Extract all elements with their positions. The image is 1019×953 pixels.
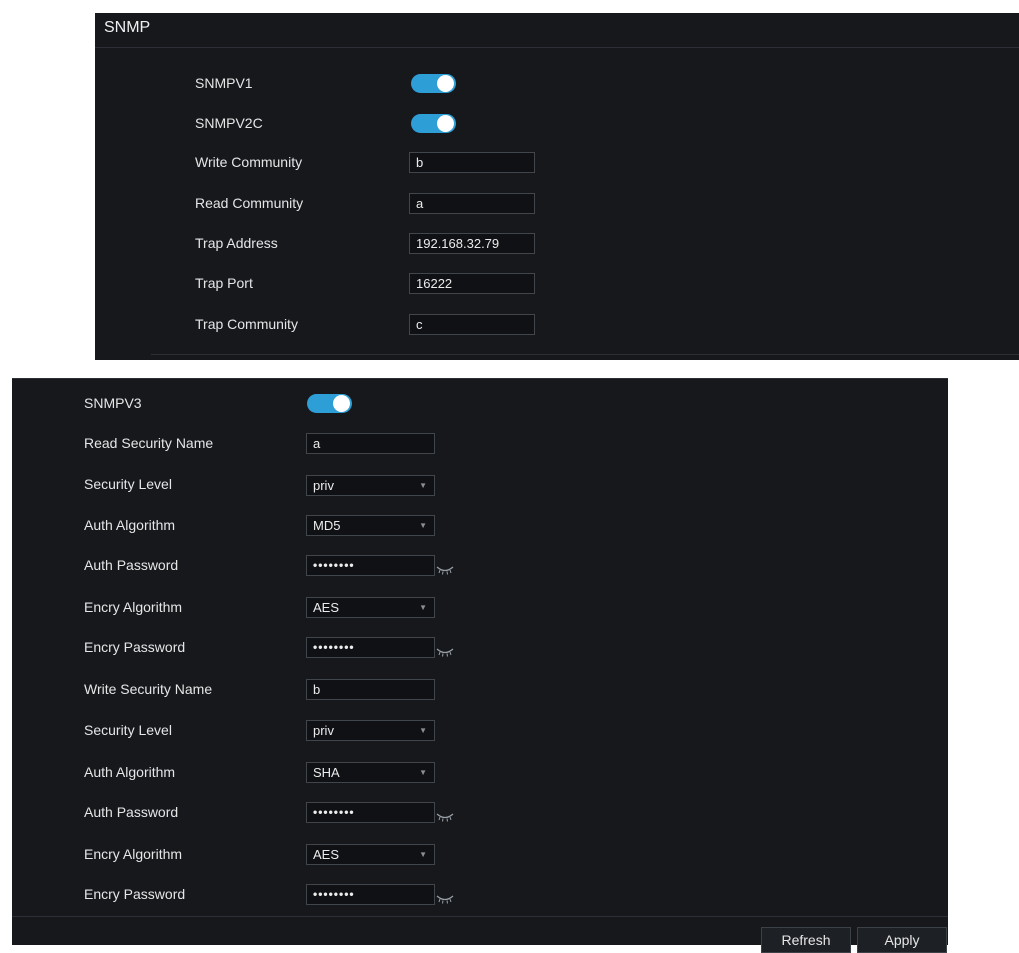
select-value: SHA [313,765,340,780]
write-security-level-select[interactable]: priv ▼ [306,720,435,741]
toggle-knob [437,115,454,132]
read-auth-algorithm-select[interactable]: MD5 ▼ [306,515,435,536]
snmp-panel: SNMP SNMPV1 SNMPV2C Write Community b Re… [95,13,1019,360]
write-security-name-input[interactable]: b [306,679,435,700]
write-security-name-label: Write Security Name [84,681,213,697]
read-encry-algorithm-select[interactable]: AES ▼ [306,597,435,618]
select-value: AES [313,847,340,862]
read-community-label: Read Community [195,195,304,211]
apply-button[interactable]: Apply [857,927,947,953]
divider [12,378,948,379]
chevron-down-icon: ▼ [419,726,427,735]
eye-closed-icon[interactable] [435,564,455,576]
eye-closed-icon[interactable] [435,811,455,823]
divider [151,354,1019,355]
read-auth-algorithm-label: Auth Algorithm [84,517,176,533]
snmpv3-label: SNMPV3 [84,395,142,411]
eye-closed-icon[interactable] [435,646,455,658]
trap-port-input[interactable]: 16222 [409,273,535,294]
trap-address-label: Trap Address [195,235,278,251]
write-auth-password-input[interactable]: •••••••• [306,802,435,823]
read-security-level-select[interactable]: priv ▼ [306,475,435,496]
read-encry-password-input[interactable]: •••••••• [306,637,435,658]
trap-community-label: Trap Community [195,316,298,332]
refresh-button[interactable]: Refresh [761,927,851,953]
write-encry-algorithm-select[interactable]: AES ▼ [306,844,435,865]
read-security-level-label: Security Level [84,476,172,492]
panel-header: SNMP [95,13,1019,48]
select-value: MD5 [313,518,341,533]
divider [12,916,948,917]
read-auth-password-input[interactable]: •••••••• [306,555,435,576]
read-security-name-input[interactable]: a [306,433,435,454]
chevron-down-icon: ▼ [419,603,427,612]
write-encry-password-input[interactable]: •••••••• [306,884,435,905]
read-security-name-label: Read Security Name [84,435,214,451]
write-security-level-label: Security Level [84,722,172,738]
chevron-down-icon: ▼ [419,768,427,777]
read-encry-algorithm-label: Encry Algorithm [84,599,183,615]
read-community-input[interactable]: a [409,193,535,214]
toggle-knob [333,395,350,412]
read-auth-password-label: Auth Password [84,557,179,573]
snmpv2c-label: SNMPV2C [195,115,263,131]
write-encry-password-label: Encry Password [84,886,186,902]
write-auth-password-label: Auth Password [84,804,179,820]
write-auth-algorithm-select[interactable]: SHA ▼ [306,762,435,783]
write-encry-algorithm-label: Encry Algorithm [84,846,183,862]
trap-community-input[interactable]: c [409,314,535,335]
write-community-input[interactable]: b [409,152,535,173]
write-community-label: Write Community [195,154,303,170]
snmpv1-toggle[interactable] [411,74,456,93]
chevron-down-icon: ▼ [419,481,427,490]
read-encry-password-label: Encry Password [84,639,186,655]
snmpv3-panel: SNMPV3 Read Security Name a Security Lev… [12,378,948,953]
chevron-down-icon: ▼ [419,850,427,859]
page-title: SNMP [104,19,151,36]
select-value: priv [313,478,334,493]
snmpv2c-toggle[interactable] [411,114,456,133]
write-auth-algorithm-label: Auth Algorithm [84,764,176,780]
eye-closed-icon[interactable] [435,893,455,905]
select-value: priv [313,723,334,738]
toggle-knob [437,75,454,92]
snmpv1-label: SNMPV1 [195,75,253,91]
chevron-down-icon: ▼ [419,521,427,530]
snmpv3-toggle[interactable] [307,394,352,413]
select-value: AES [313,600,340,615]
trap-address-input[interactable]: 192.168.32.79 [409,233,535,254]
trap-port-label: Trap Port [195,275,253,291]
